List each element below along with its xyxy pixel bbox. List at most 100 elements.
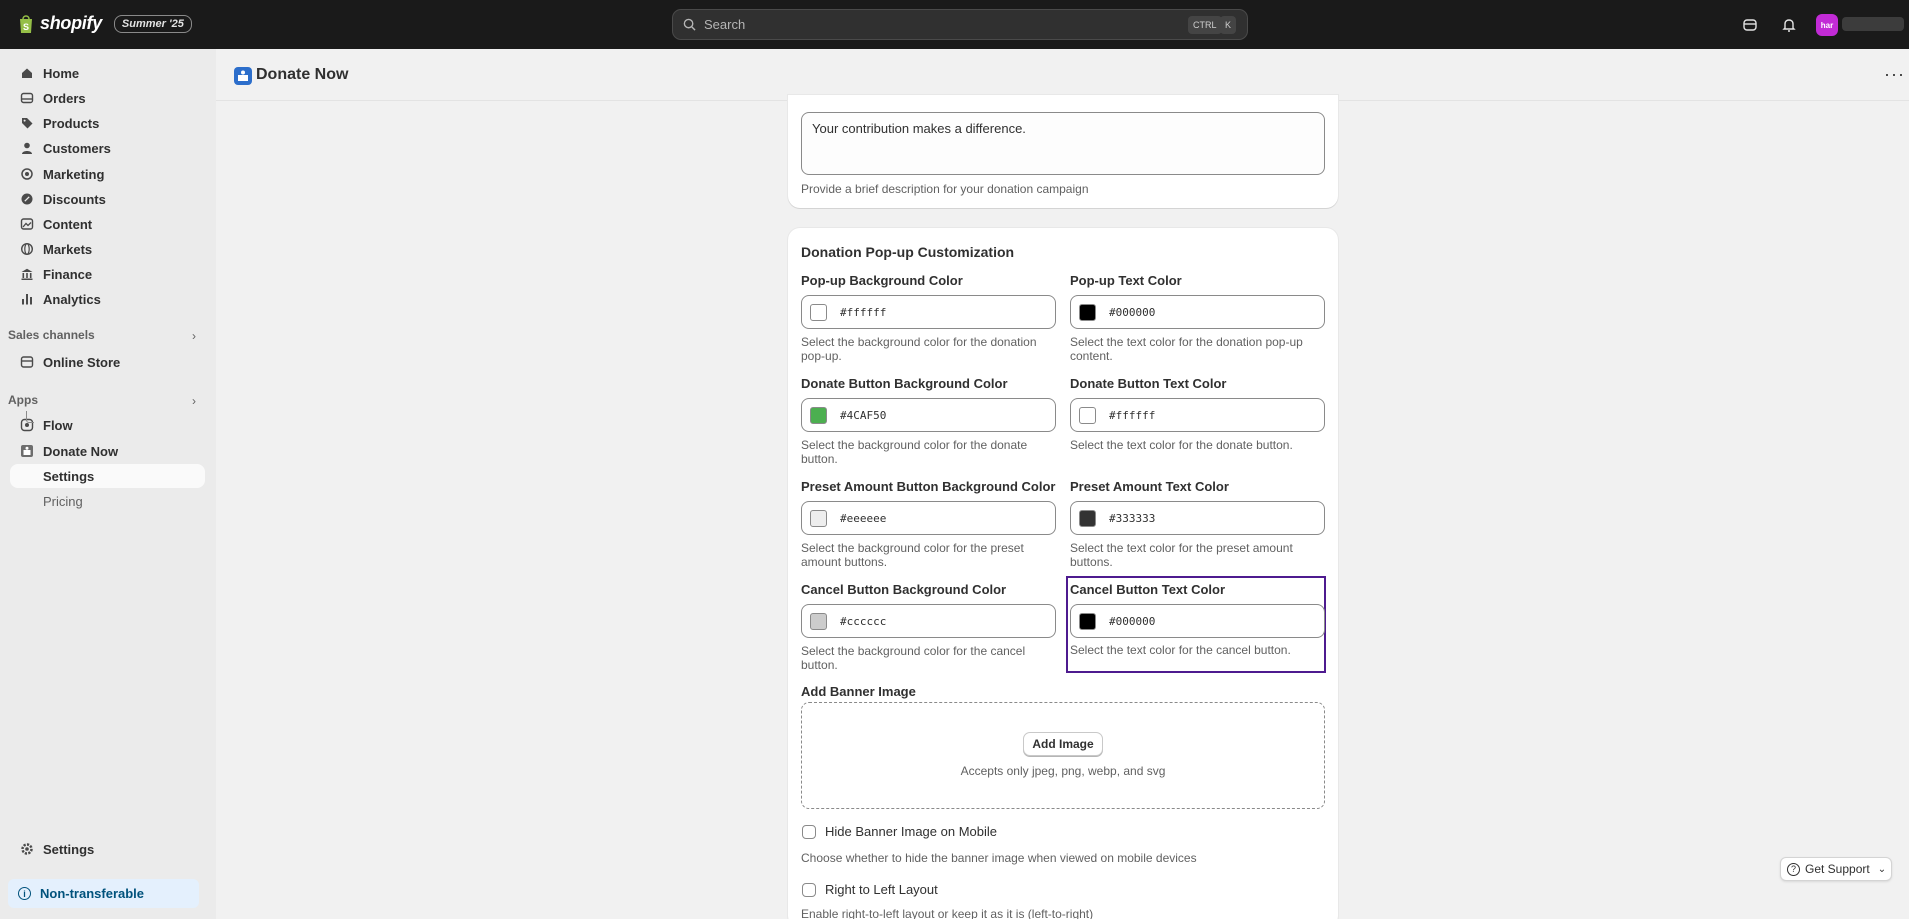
edition-badge[interactable]: Summer '25 bbox=[113, 14, 192, 33]
sidebar-item-settings[interactable]: Settings bbox=[10, 837, 205, 861]
chevron-right-icon[interactable]: › bbox=[192, 394, 196, 408]
sidebar-item-label: Online Store bbox=[43, 354, 121, 370]
apps-heading[interactable]: Apps bbox=[8, 393, 38, 407]
cancel-bg-color-field[interactable]: #cccccc bbox=[801, 604, 1056, 638]
sidebar-item-finance[interactable]: Finance bbox=[10, 262, 205, 286]
page-header: Donate Now ··· bbox=[216, 49, 1909, 101]
donate-app-icon bbox=[20, 444, 34, 458]
rtl-label[interactable]: Right to Left Layout bbox=[825, 882, 938, 897]
sidebar-item-analytics[interactable]: Analytics bbox=[10, 287, 205, 311]
tag-icon bbox=[20, 116, 34, 130]
sidebar-item-label: Flow bbox=[43, 417, 73, 433]
get-support-label: Get Support bbox=[1805, 862, 1870, 876]
target-icon bbox=[20, 167, 34, 181]
sidebar-item-label: Home bbox=[43, 65, 80, 81]
preset-bg-label: Preset Amount Button Background Color bbox=[801, 479, 1056, 494]
chevron-right-icon[interactable]: › bbox=[192, 329, 196, 343]
color-swatch[interactable] bbox=[810, 406, 827, 424]
sidebar-item-donate-now[interactable]: Donate Now bbox=[10, 439, 205, 463]
get-support-button[interactable]: ? Get Support ⌄ bbox=[1780, 857, 1892, 881]
notification-bell-icon[interactable] bbox=[1779, 15, 1799, 35]
cancel-text-help: Select the text color for the cancel but… bbox=[1070, 643, 1291, 657]
search-icon bbox=[683, 18, 696, 31]
color-swatch[interactable] bbox=[810, 509, 827, 527]
rtl-checkbox[interactable] bbox=[802, 883, 816, 897]
shortcut-ctrl-key: CTRL bbox=[1188, 16, 1222, 34]
color-swatch[interactable] bbox=[810, 612, 827, 630]
info-icon: i bbox=[18, 887, 31, 900]
sidebar-item-label: Donate Now bbox=[43, 443, 119, 459]
chevron-down-icon: ⌄ bbox=[1877, 863, 1887, 875]
color-value: #000000 bbox=[1109, 614, 1156, 628]
sales-channels-heading[interactable]: Sales channels bbox=[8, 328, 95, 342]
sidebar-item-pricing[interactable]: Pricing bbox=[10, 489, 205, 513]
shopping-bag-icon: S bbox=[20, 14, 32, 33]
shopify-logo[interactable]: S shopify Summer '25 bbox=[18, 13, 192, 34]
search-placeholder: Search bbox=[704, 17, 746, 32]
sidebar-item-orders[interactable]: Orders bbox=[10, 86, 205, 110]
popup-customization-card bbox=[788, 228, 1338, 919]
hide-banner-checkbox[interactable] bbox=[802, 825, 816, 839]
sidebar-item-label: Pricing bbox=[43, 493, 83, 509]
sidebar-item-online-store[interactable]: Online Store bbox=[10, 350, 205, 374]
non-transferable-banner[interactable]: i Non-transferable bbox=[8, 879, 199, 908]
color-value: #cccccc bbox=[840, 614, 887, 628]
donate-text-help: Select the text color for the donate but… bbox=[1070, 438, 1293, 452]
color-swatch[interactable] bbox=[1079, 406, 1096, 424]
description-textarea[interactable]: Your contribution makes a difference. bbox=[801, 112, 1325, 175]
avatar[interactable]: har bbox=[1816, 14, 1838, 36]
bar-chart-icon bbox=[20, 292, 34, 306]
preset-text-label: Preset Amount Text Color bbox=[1070, 479, 1229, 494]
account-name-redacted[interactable] bbox=[1842, 17, 1904, 31]
hide-banner-label[interactable]: Hide Banner Image on Mobile bbox=[825, 824, 997, 839]
search-bar[interactable]: Search CTRL K bbox=[672, 9, 1248, 40]
popup-text-help: Select the text color for the donation p… bbox=[1070, 335, 1303, 363]
svg-text:S: S bbox=[23, 22, 29, 32]
sidebar-item-customers[interactable]: Customers bbox=[10, 136, 205, 160]
sidebar-item-home[interactable]: Home bbox=[10, 61, 205, 85]
sidebar-item-label: Discounts bbox=[43, 191, 106, 207]
more-actions-icon[interactable]: ··· bbox=[1884, 64, 1905, 85]
discount-icon bbox=[20, 192, 34, 206]
popup-text-color-field[interactable]: #000000 bbox=[1070, 295, 1325, 329]
sidebar-item-label: Analytics bbox=[43, 291, 101, 307]
hide-banner-help: Choose whether to hide the banner image … bbox=[801, 851, 1197, 865]
banner-image-label: Add Banner Image bbox=[801, 684, 916, 699]
color-swatch[interactable] bbox=[810, 303, 827, 321]
preset-bg-help: Select the background color for the pres… bbox=[801, 541, 1024, 569]
sidebar-item-flow[interactable]: Flow bbox=[10, 413, 205, 437]
gear-icon bbox=[20, 842, 34, 856]
popup-bg-help: Select the background color for the dona… bbox=[801, 335, 1037, 363]
cancel-bg-label: Cancel Button Background Color bbox=[801, 582, 1007, 597]
non-transferable-label: Non-transferable bbox=[40, 886, 145, 901]
preset-bg-color-field[interactable]: #eeeeee bbox=[801, 501, 1056, 535]
sidebar-item-marketing[interactable]: Marketing bbox=[10, 162, 205, 186]
storefront-icon bbox=[20, 355, 34, 369]
cancel-bg-help: Select the background color for the canc… bbox=[801, 644, 1026, 672]
sidebar-item-products[interactable]: Products bbox=[10, 111, 205, 135]
add-image-button[interactable]: Add Image bbox=[1023, 732, 1103, 756]
donate-text-color-field[interactable]: #ffffff bbox=[1070, 398, 1325, 432]
color-swatch[interactable] bbox=[1079, 303, 1096, 321]
tree-connector bbox=[26, 411, 34, 423]
color-value: #eeeeee bbox=[840, 511, 887, 525]
sidebar-item-label: Customers bbox=[43, 140, 111, 156]
preset-text-color-field[interactable]: #333333 bbox=[1070, 501, 1325, 535]
popup-bg-label: Pop-up Background Color bbox=[801, 273, 963, 288]
brand-name: shopify bbox=[40, 13, 102, 33]
color-swatch[interactable] bbox=[1079, 612, 1096, 630]
donate-text-label: Donate Button Text Color bbox=[1070, 376, 1227, 391]
rtl-help: Enable right-to-left layout or keep it a… bbox=[801, 907, 1094, 919]
sidebar-item-discounts[interactable]: Discounts bbox=[10, 187, 205, 211]
popup-bg-color-field[interactable]: #ffffff bbox=[801, 295, 1056, 329]
color-swatch[interactable] bbox=[1079, 509, 1096, 527]
color-value: #ffffff bbox=[1109, 408, 1156, 422]
sidebar-item-markets[interactable]: Markets bbox=[10, 237, 205, 261]
sidebar-item-label: Orders bbox=[43, 90, 86, 106]
donate-bg-color-field[interactable]: #4CAF50 bbox=[801, 398, 1056, 432]
sidebar-item-app-settings[interactable]: Settings bbox=[10, 464, 205, 488]
store-switch-icon[interactable] bbox=[1740, 15, 1760, 35]
color-value: #000000 bbox=[1109, 305, 1156, 319]
sidebar-item-content[interactable]: Content bbox=[10, 212, 205, 236]
cancel-text-color-field[interactable]: #000000 bbox=[1070, 604, 1325, 638]
